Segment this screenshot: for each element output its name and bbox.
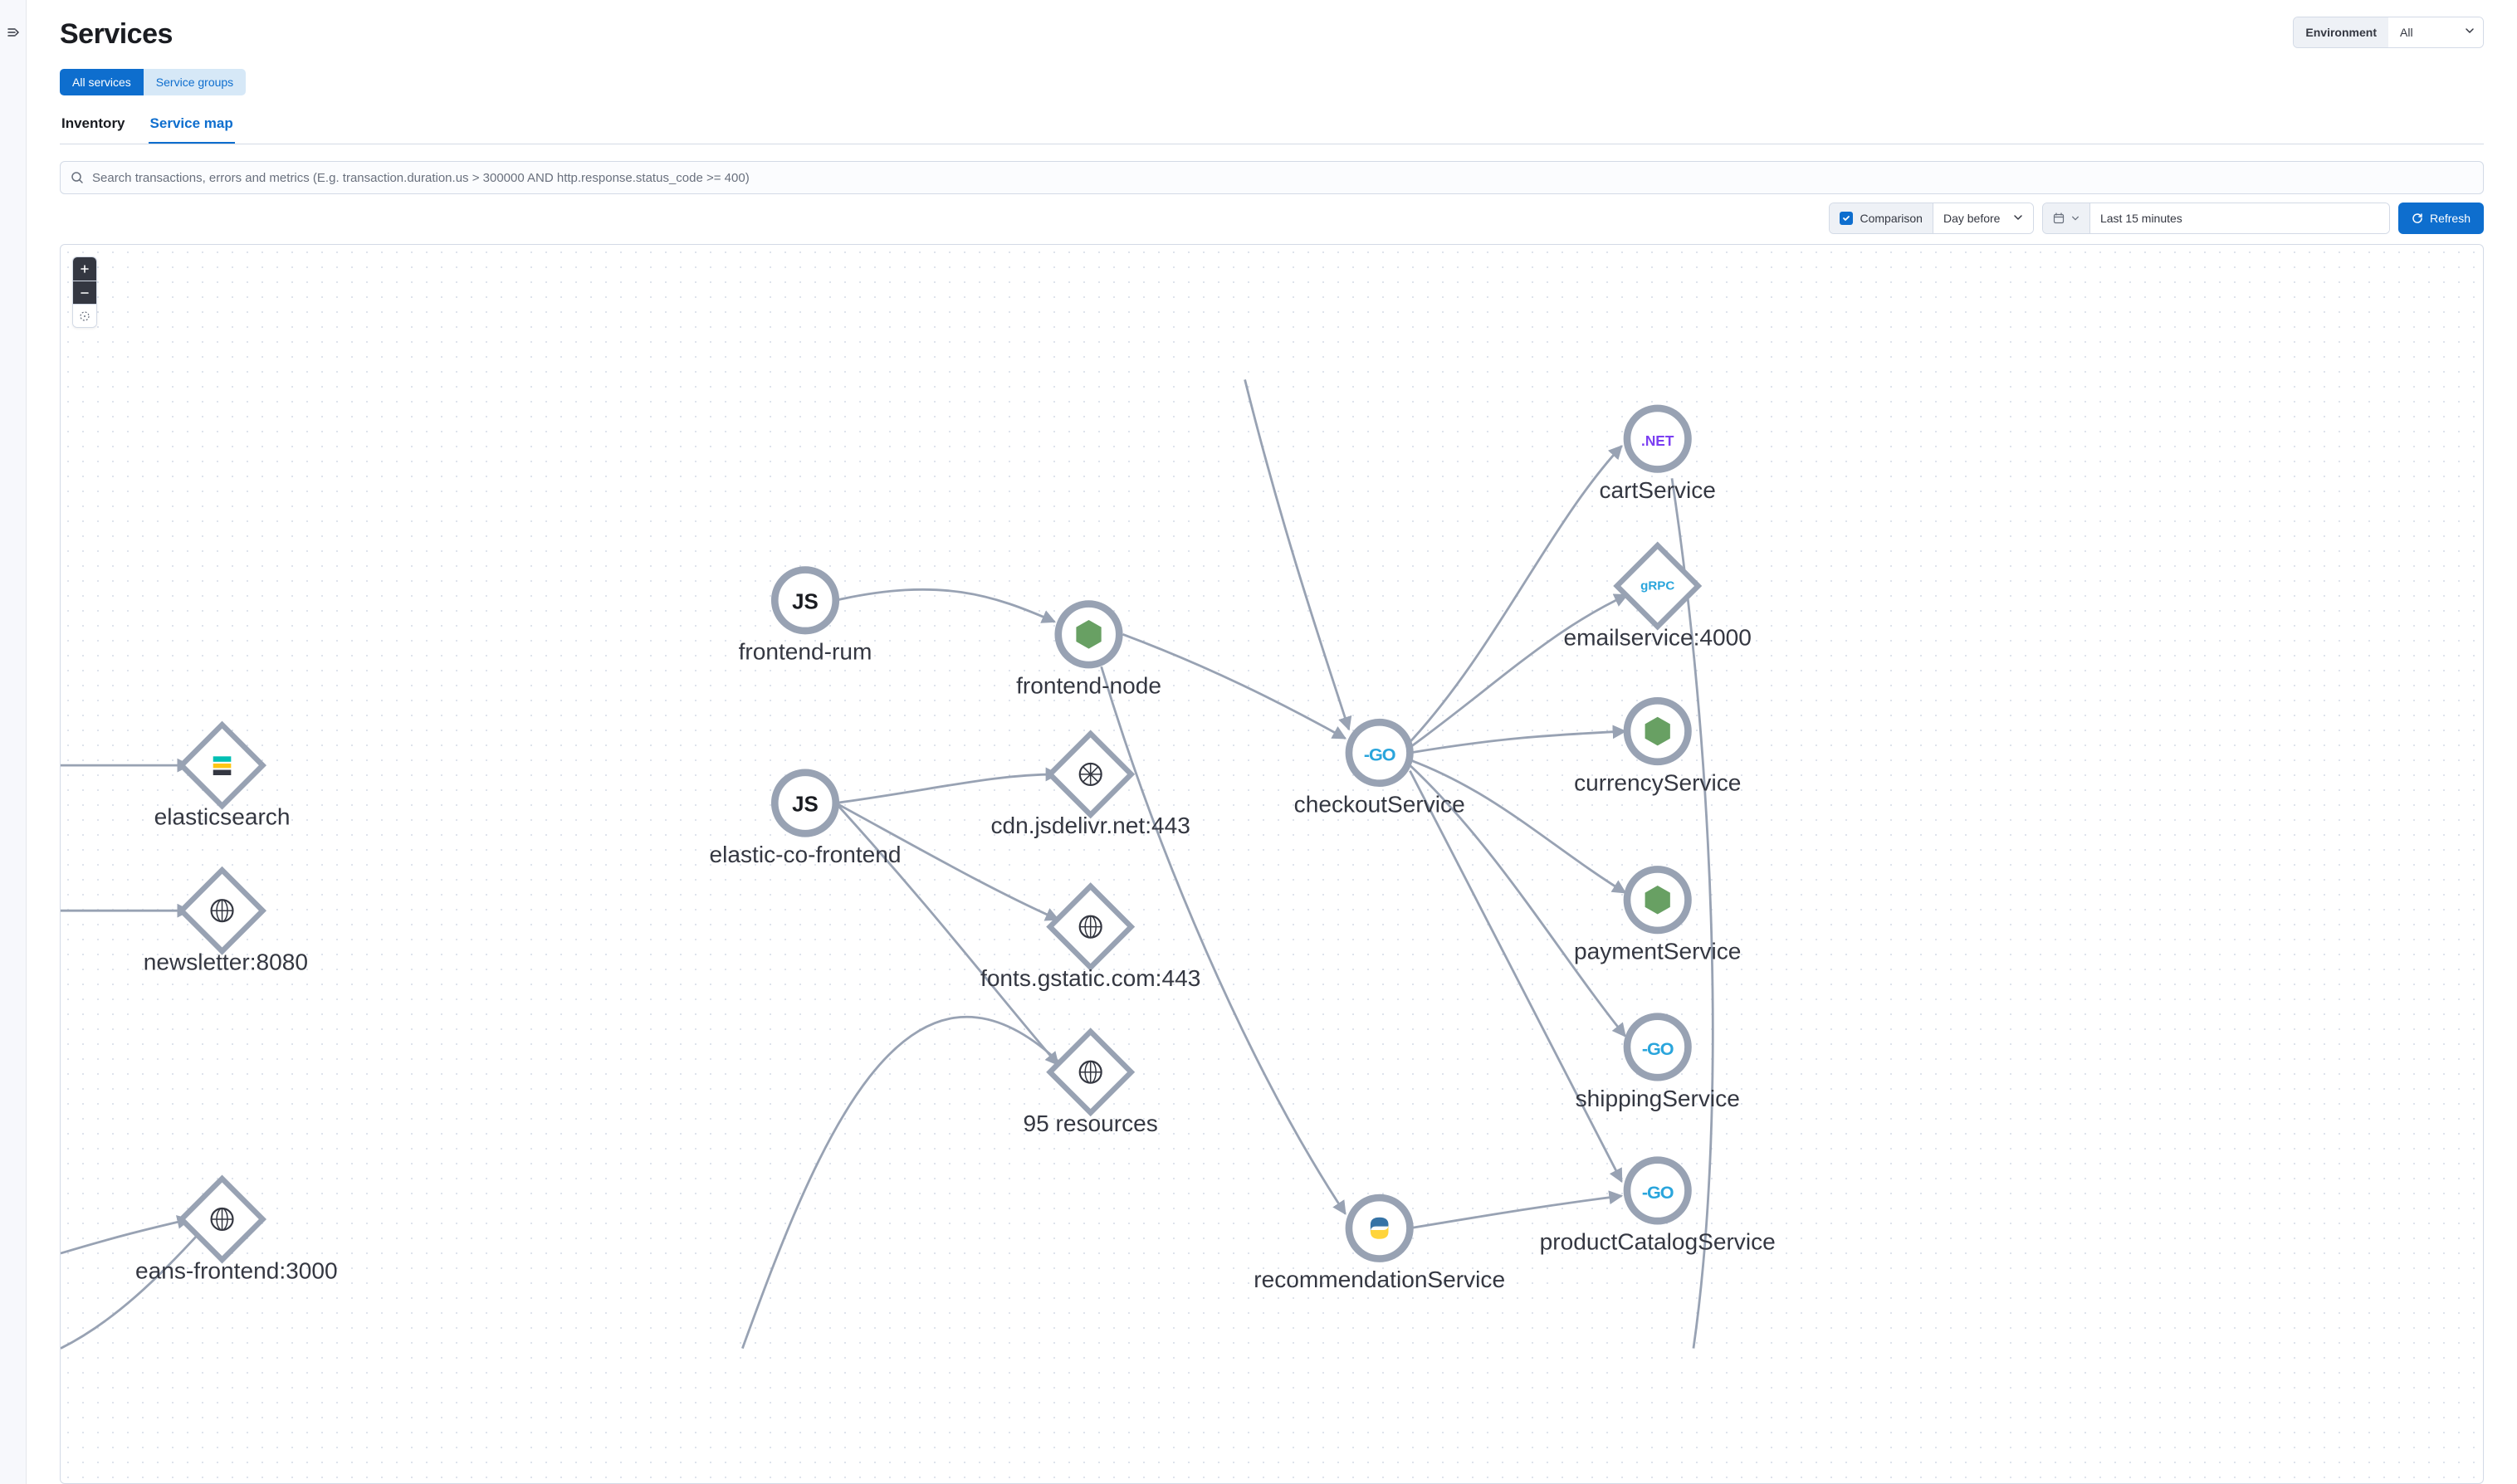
- svg-text:-GO: -GO: [1642, 1182, 1674, 1203]
- svg-text:95 resources: 95 resources: [1024, 1111, 1158, 1136]
- expand-sidebar-button[interactable]: [6, 25, 21, 40]
- expand-icon: [7, 26, 20, 39]
- node-elastic-co-frontend[interactable]: JS elastic-co-frontend: [710, 773, 902, 867]
- svg-text:currencyService: currencyService: [1574, 769, 1741, 795]
- environment-label: Environment: [2294, 17, 2388, 47]
- globe-icon: [1080, 1062, 1102, 1083]
- svg-text:productCatalogService: productCatalogService: [1540, 1229, 1776, 1255]
- chevron-down-icon: [2013, 212, 2023, 225]
- node-frontend-rum[interactable]: JS frontend-rum: [739, 570, 872, 665]
- tab-all-services[interactable]: All services: [60, 69, 144, 95]
- node-cdn-jsdelivr[interactable]: cdn.jsdelivr.net:443: [990, 734, 1190, 838]
- svg-text:JS: JS: [792, 793, 819, 817]
- svg-text:elastic-co-frontend: elastic-co-frontend: [710, 842, 902, 867]
- svg-text:paymentService: paymentService: [1574, 939, 1741, 964]
- calendar-icon: [2053, 212, 2065, 224]
- check-icon: [1842, 214, 1850, 222]
- svg-text:recommendationService: recommendationService: [1254, 1267, 1505, 1292]
- crosshair-icon: [79, 310, 90, 322]
- zoom-controls: [72, 256, 97, 328]
- zoom-out-button[interactable]: [73, 281, 96, 304]
- service-map-canvas[interactable]: JS frontend-rum JS elastic-co-frontend f…: [60, 244, 2484, 1484]
- environment-selector[interactable]: Environment All: [2293, 17, 2484, 48]
- refresh-button[interactable]: Refresh: [2398, 203, 2484, 234]
- time-range-quick-button[interactable]: [2043, 203, 2090, 233]
- globe-icon: [1080, 916, 1102, 938]
- svg-text:frontend-node: frontend-node: [1016, 673, 1161, 699]
- svg-text:gRPC: gRPC: [1640, 578, 1674, 593]
- search-box[interactable]: [60, 161, 2484, 194]
- node-cart-service[interactable]: .NET cartService: [1599, 408, 1715, 503]
- svg-text:eans-frontend:3000: eans-frontend:3000: [135, 1257, 338, 1283]
- node-fonts-gstatic[interactable]: fonts.gstatic.com:443: [980, 886, 1200, 991]
- node-newsletter[interactable]: newsletter:8080: [144, 870, 308, 974]
- node-payment-service[interactable]: paymentService: [1574, 869, 1741, 964]
- globe-icon: [212, 900, 233, 921]
- comparison-value-select[interactable]: Day before: [1933, 203, 2033, 233]
- tab-service-map[interactable]: Service map: [149, 115, 235, 144]
- svg-text:newsletter:8080: newsletter:8080: [144, 949, 308, 975]
- service-group-tabs: All services Service groups: [60, 69, 2484, 95]
- svg-text:shippingService: shippingService: [1576, 1086, 1740, 1111]
- svg-text:.NET: .NET: [1641, 432, 1674, 449]
- svg-text:-GO: -GO: [1364, 744, 1395, 765]
- service-map-svg: JS frontend-rum JS elastic-co-frontend f…: [61, 245, 2483, 1483]
- svg-text:JS: JS: [792, 590, 819, 613]
- svg-text:fonts.gstatic.com:443: fonts.gstatic.com:443: [980, 965, 1200, 991]
- elasticsearch-icon: [213, 756, 232, 775]
- node-frontend-node[interactable]: frontend-node: [1016, 604, 1161, 699]
- node-emailservice[interactable]: gRPC emailservice:4000: [1564, 545, 1752, 650]
- minus-icon: [80, 288, 90, 298]
- page-title: Services: [60, 18, 173, 51]
- view-tabs: Inventory Service map: [60, 115, 2484, 144]
- node-checkout-service[interactable]: -GO checkoutService: [1294, 722, 1465, 817]
- node-recommendation-service[interactable]: recommendationService: [1254, 1198, 1505, 1292]
- tab-service-groups[interactable]: Service groups: [144, 69, 246, 95]
- globe-icon: [212, 1208, 233, 1230]
- comparison-control[interactable]: Comparison Day before: [1829, 203, 2033, 234]
- svg-text:elasticsearch: elasticsearch: [154, 803, 291, 829]
- node-currency-service[interactable]: currencyService: [1574, 701, 1741, 795]
- search-icon: [71, 171, 84, 184]
- environment-select[interactable]: All: [2388, 17, 2484, 47]
- svg-text:checkoutService: checkoutService: [1294, 791, 1465, 817]
- chevron-down-icon: [2071, 214, 2080, 222]
- svg-text:emailservice:4000: emailservice:4000: [1564, 624, 1752, 650]
- refresh-label: Refresh: [2430, 212, 2471, 225]
- refresh-icon: [2412, 212, 2423, 224]
- svg-text:-GO: -GO: [1642, 1038, 1674, 1059]
- node-eans-frontend[interactable]: eans-frontend:3000: [135, 1179, 338, 1283]
- globe-icon: [1080, 764, 1102, 785]
- node-shipping-service[interactable]: -GO shippingService: [1576, 1017, 1740, 1111]
- plus-icon: [80, 264, 90, 274]
- collapsed-sidebar: [0, 0, 27, 1484]
- svg-text:cdn.jsdelivr.net:443: cdn.jsdelivr.net:443: [990, 813, 1190, 838]
- svg-text:cartService: cartService: [1599, 477, 1715, 503]
- search-input[interactable]: [92, 171, 2473, 185]
- tab-inventory[interactable]: Inventory: [60, 115, 127, 144]
- svg-text:frontend-rum: frontend-rum: [739, 639, 872, 665]
- zoom-in-button[interactable]: [73, 257, 96, 281]
- time-range-value[interactable]: Last 15 minutes: [2090, 203, 2389, 233]
- node-elasticsearch[interactable]: elasticsearch: [154, 725, 291, 829]
- comparison-value: Day before: [1943, 212, 2000, 225]
- time-range-text: Last 15 minutes: [2100, 212, 2182, 225]
- zoom-fit-button[interactable]: [73, 304, 96, 327]
- time-range-control[interactable]: Last 15 minutes: [2042, 203, 2390, 234]
- comparison-checkbox[interactable]: [1840, 212, 1853, 225]
- comparison-toggle[interactable]: Comparison: [1830, 203, 1933, 233]
- comparison-label: Comparison: [1860, 212, 1922, 225]
- node-product-catalog-service[interactable]: -GO productCatalogService: [1540, 1160, 1776, 1255]
